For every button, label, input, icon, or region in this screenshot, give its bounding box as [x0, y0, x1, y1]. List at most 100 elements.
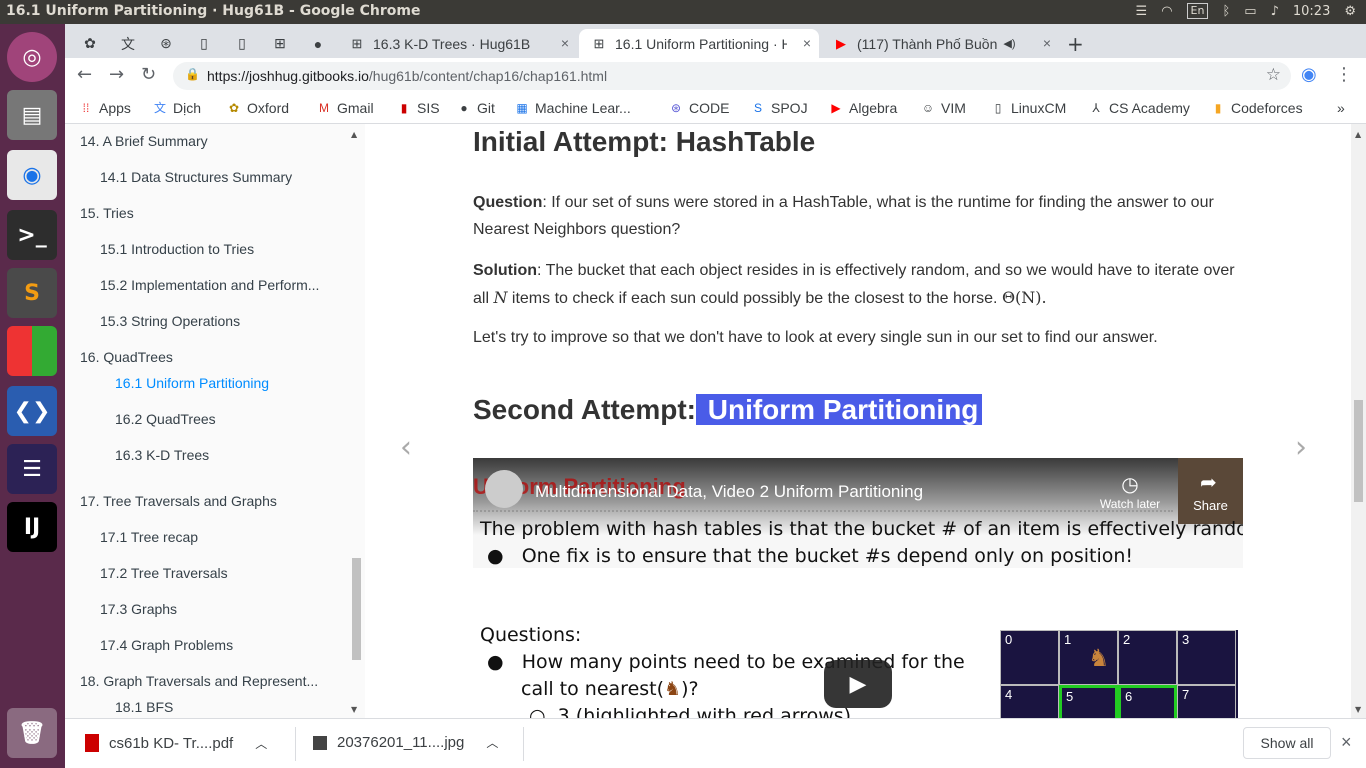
bookmark-spoj[interactable]: S SPOJ: [751, 100, 808, 116]
extension-icon[interactable]: ◉: [1301, 64, 1317, 85]
bookmark-algebra[interactable]: ▶ Algebra: [829, 100, 897, 116]
bookmark-gmail[interactable]: M Gmail: [317, 100, 374, 116]
toc-item[interactable]: 17.3 Graphs: [100, 601, 340, 617]
chevron-up-icon[interactable]: ︿: [255, 735, 267, 752]
bookmark-codeforces[interactable]: ▮ Codeforces: [1211, 100, 1303, 116]
video-title[interactable]: Multidimensional Data, Video 2 Uniform P…: [535, 482, 923, 502]
terminal-icon[interactable]: >_: [7, 210, 57, 260]
toc-item[interactable]: 17. Tree Traversals and Graphs: [80, 493, 340, 509]
menu-kebab-icon[interactable]: ⋮: [1335, 64, 1353, 85]
improve-paragraph: Let's try to improve so that we don't ha…: [473, 329, 1158, 346]
list-icon[interactable]: ☰: [1136, 4, 1148, 19]
keyboard-layout[interactable]: En: [1186, 3, 1209, 19]
previous-page-chevron-icon[interactable]: ‹: [400, 430, 412, 465]
bookmark-vim[interactable]: ☺ VIM: [921, 100, 966, 116]
solution-paragraph: Solution: The bucket that each object re…: [473, 257, 1253, 312]
slide-gap: [473, 568, 1243, 588]
toc-item[interactable]: 17.2 Tree Traversals: [100, 565, 340, 581]
pinned-tab-7[interactable]: ●: [299, 29, 337, 58]
pinned-tab-4[interactable]: ▯: [185, 29, 223, 58]
tab-strip: ✿ 文 ⊛ ▯ ▯ ⊞ ● ⊞ 16.3 K-D Trees · Hug61B …: [65, 24, 1366, 58]
lock-icon[interactable]: 🔒: [185, 67, 200, 81]
toc-item[interactable]: 16.2 QuadTrees: [115, 411, 335, 427]
toc-item[interactable]: 15.2 Implementation and Perform...: [100, 277, 335, 293]
bookmark-cs-academy[interactable]: ⅄ CS Academy: [1089, 100, 1190, 116]
bookmark-git[interactable]: ● Git: [457, 100, 495, 116]
embedded-youtube-video[interactable]: Uniform Partitioning Multidimensional Da…: [473, 458, 1243, 718]
toc-item-active[interactable]: 16.1 Uniform Partitioning: [115, 375, 335, 391]
close-tab-icon[interactable]: ×: [803, 35, 811, 51]
app-grid-icon[interactable]: [7, 326, 57, 376]
next-page-chevron-icon[interactable]: ›: [1295, 430, 1307, 465]
files-icon[interactable]: ▤: [7, 90, 57, 140]
bookmark-apps[interactable]: ⁞⁞ Apps: [79, 100, 131, 116]
download-item-pdf[interactable]: cs61b KD- Tr....pdf ︿: [85, 734, 267, 752]
page-scrollbar-thumb[interactable]: [1354, 400, 1363, 502]
bookmark-star-icon[interactable]: ☆: [1266, 65, 1281, 85]
back-arrow-icon[interactable]: ←: [77, 64, 92, 85]
slide-q1a: How many points need to be examined for …: [521, 651, 965, 673]
sublime-icon[interactable]: S: [7, 268, 57, 318]
toc-item[interactable]: 14.1 Data Structures Summary: [100, 169, 340, 185]
close-tab-icon[interactable]: ×: [561, 35, 569, 51]
pinned-tab-2[interactable]: 文: [109, 29, 147, 58]
toc-item[interactable]: 14. A Brief Summary: [80, 133, 340, 149]
share-button[interactable]: ➦ Share: [1178, 458, 1243, 524]
bookmark-oxford[interactable]: ✿ Oxford: [227, 100, 289, 116]
scroll-down-arrow-icon[interactable]: ▼: [351, 705, 357, 714]
close-downloads-bar-icon[interactable]: ×: [1341, 732, 1352, 753]
new-tab-button[interactable]: +: [1067, 32, 1084, 56]
eclipse-icon[interactable]: ☰: [7, 444, 57, 494]
tab-kd-trees[interactable]: ⊞ 16.3 K-D Trees · Hug61B ×: [337, 29, 577, 58]
pinned-tab-6[interactable]: ⊞: [261, 29, 299, 58]
close-tab-icon[interactable]: ×: [1043, 35, 1051, 51]
channel-avatar-icon[interactable]: [485, 470, 523, 508]
trash-icon[interactable]: 🗑: [7, 708, 57, 758]
bookmark-linuxcm[interactable]: ▯ LinuxCM: [991, 100, 1067, 116]
toc-item[interactable]: 17.4 Graph Problems: [100, 637, 340, 653]
show-all-downloads-button[interactable]: Show all: [1243, 727, 1331, 759]
bookmark-sis[interactable]: ▮ SIS: [397, 100, 440, 116]
page-scroll-up-arrow-icon[interactable]: ▲: [1355, 130, 1361, 139]
battery-icon[interactable]: ▭: [1244, 4, 1256, 19]
bluetooth-icon[interactable]: ᛒ: [1222, 4, 1230, 19]
settings-gear-icon[interactable]: ⚙: [1344, 4, 1356, 19]
toc-item[interactable]: 18. Graph Traversals and Represent...: [80, 673, 330, 689]
bookmark-code[interactable]: ⊛ CODE: [669, 100, 729, 116]
audio-playing-icon[interactable]: ◀): [1003, 37, 1015, 50]
toc-item[interactable]: 15.1 Introduction to Tries: [100, 241, 340, 257]
reload-icon[interactable]: ↻: [141, 64, 156, 85]
pinned-tab-1[interactable]: ✿: [71, 29, 109, 58]
chevron-up-icon[interactable]: ︿: [486, 734, 498, 751]
toc-item[interactable]: 16. QuadTrees: [80, 349, 340, 365]
ubuntu-dash-icon[interactable]: ◎: [7, 32, 57, 82]
wifi-icon[interactable]: ◠: [1161, 4, 1172, 19]
toc-item[interactable]: 15. Tries: [80, 205, 340, 221]
watch-later-button[interactable]: ◷ Watch later: [1095, 472, 1165, 511]
tab-uniform-partitioning[interactable]: ⊞ 16.1 Uniform Partitioning · Hu ×: [579, 29, 819, 58]
sidebar-scrollbar-thumb[interactable]: [352, 558, 361, 660]
toc-item[interactable]: 17.1 Tree recap: [100, 529, 340, 545]
toc-item[interactable]: 16.3 K-D Trees: [115, 447, 335, 463]
page-scroll-down-arrow-icon[interactable]: ▼: [1355, 705, 1361, 714]
bookmarks-overflow[interactable]: »: [1337, 100, 1345, 116]
chrome-icon[interactable]: ◉: [7, 150, 57, 200]
pinned-tab-5[interactable]: ▯: [223, 29, 261, 58]
toc-item[interactable]: 18.1 BFS: [115, 699, 335, 715]
clock[interactable]: 10:23: [1293, 4, 1330, 19]
vscode-icon[interactable]: ❮❯: [7, 386, 57, 436]
toc-item[interactable]: 15.3 String Operations: [100, 313, 340, 329]
solution-text-2: items to check if each sun could possibl…: [507, 290, 1002, 307]
url-text[interactable]: https://joshhug.gitbooks.io/hug61b/conte…: [207, 68, 607, 84]
forward-arrow-icon[interactable]: →: [109, 64, 124, 85]
tab-youtube[interactable]: ▶ (117) Thành Phố Buồn ◀) ×: [821, 29, 1059, 58]
bookmark-dich[interactable]: 文 Dịch: [153, 100, 201, 116]
volume-icon[interactable]: ♪: [1271, 4, 1279, 19]
download-item-jpg[interactable]: 20376201_11....jpg ︿: [313, 734, 498, 751]
intellij-icon[interactable]: IJ: [7, 502, 57, 552]
bookmark-machine-learning[interactable]: ▦ Machine Lear...: [515, 100, 630, 116]
pinned-tab-3[interactable]: ⊛: [147, 29, 185, 58]
play-button-icon[interactable]: ▶: [824, 660, 892, 708]
address-bar[interactable]: 🔒 https://joshhug.gitbooks.io/hug61b/con…: [173, 62, 1291, 90]
scroll-up-arrow-icon[interactable]: ▲: [351, 130, 357, 139]
